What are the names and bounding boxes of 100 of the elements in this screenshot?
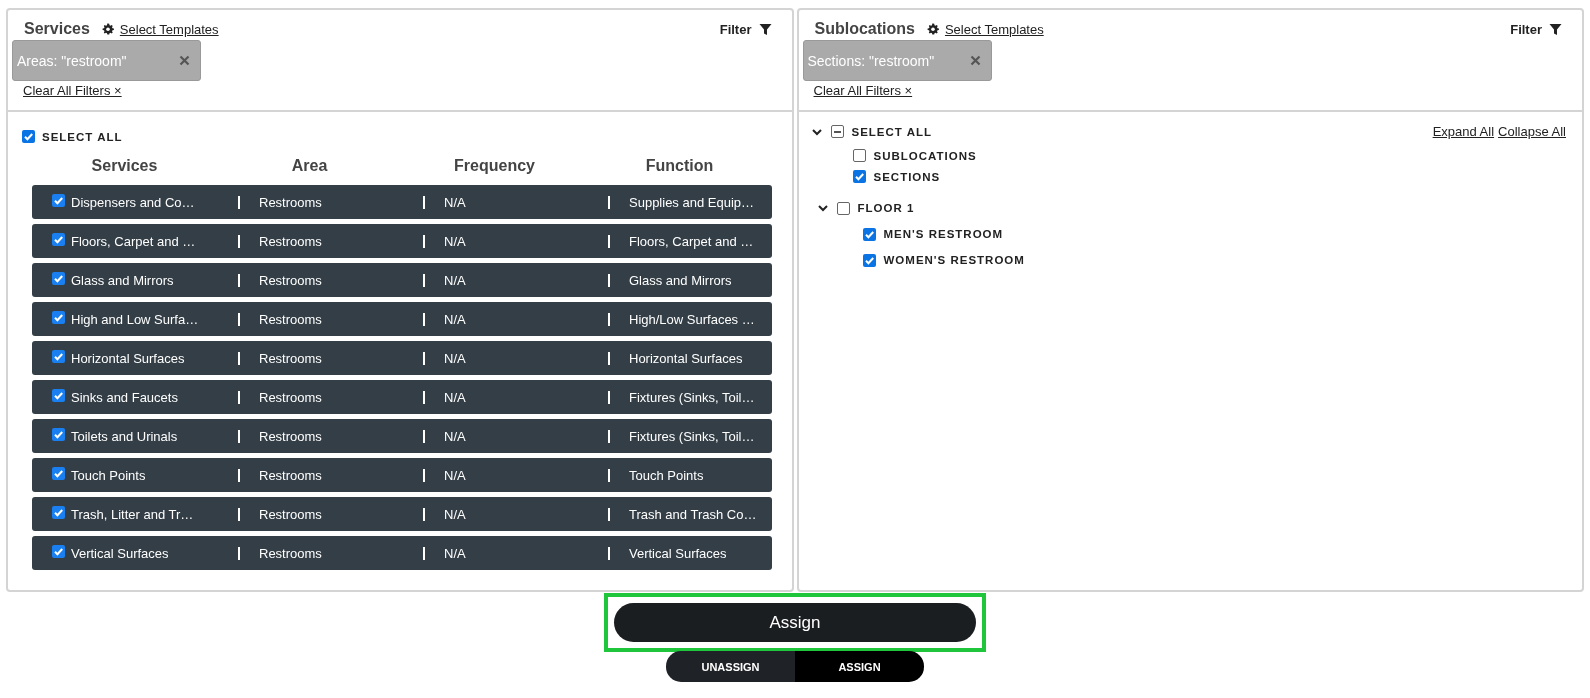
select-templates-link[interactable]: Select Templates bbox=[944, 21, 1044, 37]
assign-button[interactable]: Assign bbox=[614, 603, 976, 642]
column-header: Services bbox=[91, 157, 158, 175]
table-cell: N/A bbox=[444, 506, 466, 522]
checkbox[interactable] bbox=[52, 193, 65, 207]
filter-button[interactable]: Filter bbox=[719, 21, 772, 37]
clear-filters-link[interactable]: Clear All Filters × bbox=[23, 83, 122, 98]
checkbox[interactable] bbox=[52, 544, 65, 558]
close-icon[interactable] bbox=[969, 55, 981, 66]
table-cell: Fixtures (Sinks, Toil… bbox=[629, 428, 755, 444]
table-cell: N/A bbox=[444, 350, 466, 366]
column-header: Frequency bbox=[454, 157, 535, 175]
panel-title: Sublocations bbox=[814, 20, 915, 38]
table-cell: Touch Points bbox=[71, 467, 146, 483]
table-cell: High/Low Surfaces … bbox=[629, 311, 755, 327]
collapse-all-link[interactable]: Collapse All bbox=[1498, 124, 1566, 139]
toggle-button[interactable]: ASSIGN bbox=[795, 651, 924, 682]
table-cell: N/A bbox=[444, 272, 466, 288]
toggle-button[interactable]: UNASSIGN bbox=[666, 651, 795, 682]
table-cell: Horizontal Surfaces bbox=[629, 350, 743, 366]
checkbox[interactable] bbox=[852, 170, 866, 183]
checkbox[interactable] bbox=[22, 130, 35, 143]
table-cell: Touch Points bbox=[629, 467, 704, 483]
checkbox[interactable] bbox=[836, 201, 850, 215]
table-cell: Restrooms bbox=[259, 389, 322, 405]
select-all-label: SELECT ALL bbox=[42, 130, 123, 143]
table-cell: N/A bbox=[444, 194, 466, 210]
table-cell: Restrooms bbox=[259, 233, 322, 249]
chevron-icon[interactable] bbox=[816, 202, 829, 214]
tree-item-label: WOMEN'S RESTROOM bbox=[883, 254, 1025, 266]
table-cell: Dispensers and Co… bbox=[71, 194, 195, 210]
service-row[interactable]: Trash, Litter and Tr… Restrooms N/A Trash and Trash Co… bbox=[32, 497, 772, 531]
checkbox[interactable] bbox=[52, 505, 65, 519]
filter-button[interactable]: Filter bbox=[1510, 21, 1562, 37]
checkbox[interactable] bbox=[852, 149, 866, 162]
table-cell: Sinks and Faucets bbox=[71, 389, 178, 405]
table-cell: Floors, Carpet and … bbox=[71, 233, 196, 249]
filter-chip-label: Areas: "restroom" bbox=[17, 52, 127, 69]
tree-item-label: MEN'S RESTROOM bbox=[883, 228, 1004, 240]
service-row[interactable]: Glass and Mirrors Restrooms N/A Glass and Mirrors bbox=[32, 263, 772, 297]
table-cell: Restrooms bbox=[259, 506, 322, 522]
service-row[interactable]: High and Low Surfa… Restrooms N/A High/Low Surfaces … bbox=[32, 302, 772, 336]
checkbox[interactable] bbox=[52, 349, 65, 363]
option-label: SUBLOCATIONS bbox=[873, 149, 977, 162]
table-cell: Glass and Mirrors bbox=[629, 272, 732, 288]
table-cell: Restrooms bbox=[259, 350, 322, 366]
table-cell: Trash and Trash Co… bbox=[629, 506, 757, 522]
gear-icon bbox=[101, 23, 114, 35]
column-header: Function bbox=[645, 157, 714, 175]
table-cell: Supplies and Equip… bbox=[629, 194, 755, 210]
table-cell: Restrooms bbox=[259, 311, 322, 327]
table-cell: Horizontal Surfaces bbox=[71, 350, 185, 366]
filter-icon bbox=[758, 22, 772, 36]
checkbox[interactable] bbox=[52, 310, 65, 324]
option-label: SECTIONS bbox=[873, 170, 941, 183]
table-cell: N/A bbox=[444, 428, 466, 444]
checkbox[interactable] bbox=[862, 253, 876, 267]
table-cell: Fixtures (Sinks, Toil… bbox=[629, 389, 755, 405]
table-cell: N/A bbox=[444, 233, 466, 249]
expand-all-link[interactable]: Expand All bbox=[1432, 124, 1495, 139]
table-cell: Toilets and Urinals bbox=[71, 428, 178, 444]
table-cell: N/A bbox=[444, 389, 466, 405]
table-cell: High and Low Surfa… bbox=[71, 311, 199, 327]
gear-icon bbox=[926, 23, 939, 35]
table-cell: Glass and Mirrors bbox=[71, 272, 174, 288]
select-templates-link[interactable]: Select Templates bbox=[119, 21, 219, 37]
checkbox[interactable] bbox=[830, 125, 844, 138]
clear-filters-link[interactable]: Clear All Filters × bbox=[813, 83, 913, 98]
checkbox[interactable] bbox=[52, 466, 65, 480]
table-cell: N/A bbox=[444, 311, 466, 327]
service-row[interactable]: Dispensers and Co… Restrooms N/A Supplies and Equip… bbox=[32, 185, 772, 219]
checkbox[interactable] bbox=[52, 271, 65, 285]
select-all-label: SELECT ALL bbox=[851, 125, 932, 138]
service-row[interactable]: Vertical Surfaces Restrooms N/A Vertical Surfaces bbox=[32, 536, 772, 570]
filter-chip-label: Sections: "restroom" bbox=[807, 52, 935, 69]
service-row[interactable]: Horizontal Surfaces Restrooms N/A Horizontal Surfaces bbox=[32, 341, 772, 375]
table-cell: Restrooms bbox=[259, 467, 322, 483]
checkbox[interactable] bbox=[52, 232, 65, 246]
table-cell: Restrooms bbox=[259, 272, 322, 288]
column-header: Area bbox=[291, 157, 328, 175]
service-row[interactable]: Toilets and Urinals Restrooms N/A Fixtures (Sinks, Toil… bbox=[32, 419, 772, 453]
table-cell: N/A bbox=[444, 545, 466, 561]
service-row[interactable]: Floors, Carpet and … Restrooms N/A Floors, Carpet and … bbox=[32, 224, 772, 258]
tree-item-label: FLOOR 1 bbox=[857, 202, 915, 214]
table-cell: Vertical Surfaces bbox=[71, 545, 169, 561]
checkbox[interactable] bbox=[862, 227, 876, 241]
table-cell: N/A bbox=[444, 467, 466, 483]
checkbox[interactable] bbox=[52, 388, 65, 402]
panel-title: Services bbox=[24, 20, 90, 38]
table-cell: Floors, Carpet and … bbox=[629, 233, 754, 249]
table-cell: Vertical Surfaces bbox=[629, 545, 727, 561]
table-cell: Trash, Litter and Tr… bbox=[71, 506, 194, 522]
filter-icon bbox=[1549, 22, 1562, 36]
service-row[interactable]: Touch Points Restrooms N/A Touch Points bbox=[32, 458, 772, 492]
table-cell: Restrooms bbox=[259, 428, 322, 444]
checkbox[interactable] bbox=[52, 427, 65, 441]
table-cell: Restrooms bbox=[259, 194, 322, 210]
service-row[interactable]: Sinks and Faucets Restrooms N/A Fixtures (Sinks, Toil… bbox=[32, 380, 772, 414]
table-cell: Restrooms bbox=[259, 545, 322, 561]
close-icon[interactable] bbox=[179, 55, 190, 66]
